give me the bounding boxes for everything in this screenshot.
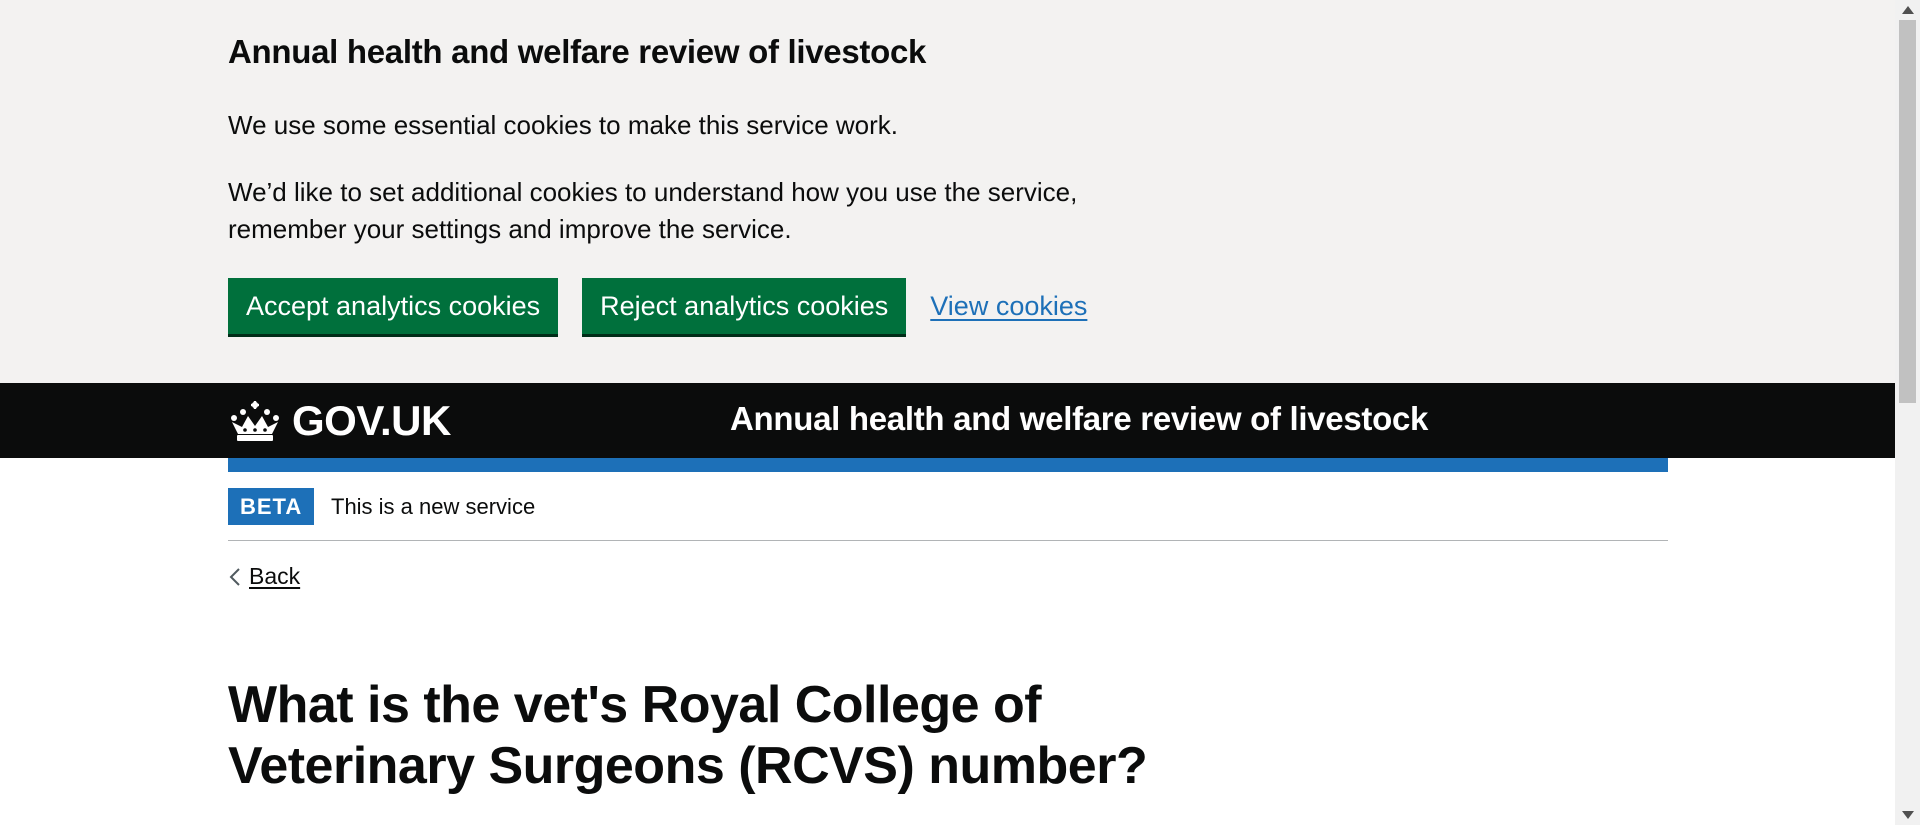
cookie-banner-actions: Accept analytics cookies Reject analytic… bbox=[228, 278, 1087, 334]
govuk-logo-text: GOV.UK bbox=[292, 397, 451, 444]
accept-analytics-cookies-button[interactable]: Accept analytics cookies bbox=[228, 278, 559, 334]
page-title: What is the vet's Royal College of Veter… bbox=[228, 676, 1148, 795]
header-blue-bar bbox=[228, 458, 1668, 472]
crown-icon bbox=[231, 401, 279, 441]
view-cookies-link[interactable]: View cookies bbox=[930, 291, 1087, 322]
cookie-banner-essential-text: We use some essential cookies to make th… bbox=[228, 110, 899, 140]
scroll-down-arrow-icon[interactable] bbox=[1902, 811, 1914, 819]
phase-banner: BETA This is a new service bbox=[228, 472, 1668, 541]
reject-analytics-cookies-button[interactable]: Reject analytics cookies bbox=[582, 278, 907, 334]
phase-banner-text: This is a new service bbox=[331, 494, 536, 519]
cookie-banner-heading: Annual health and welfare review of live… bbox=[228, 33, 927, 70]
govuk-logo-link[interactable]: GOV.UK bbox=[228, 397, 451, 445]
cookie-banner: Annual health and welfare review of live… bbox=[0, 0, 1895, 383]
page: Annual health and welfare review of live… bbox=[0, 0, 1895, 825]
cookie-banner-analytics-text: We’d like to set additional cookies to u… bbox=[228, 177, 1078, 244]
site-header: GOV.UK Annual health and welfare review … bbox=[0, 383, 1895, 458]
back-link-label: Back bbox=[249, 563, 301, 589]
scroll-up-arrow-icon[interactable] bbox=[1902, 6, 1914, 14]
chevron-left-icon bbox=[229, 567, 240, 586]
service-name-link[interactable]: Annual health and welfare review of live… bbox=[730, 400, 1428, 438]
vertical-scrollbar[interactable] bbox=[1895, 0, 1920, 825]
beta-tag: BETA bbox=[228, 488, 315, 525]
scrollbar-thumb[interactable] bbox=[1899, 20, 1916, 403]
back-link[interactable]: Back bbox=[228, 563, 300, 590]
